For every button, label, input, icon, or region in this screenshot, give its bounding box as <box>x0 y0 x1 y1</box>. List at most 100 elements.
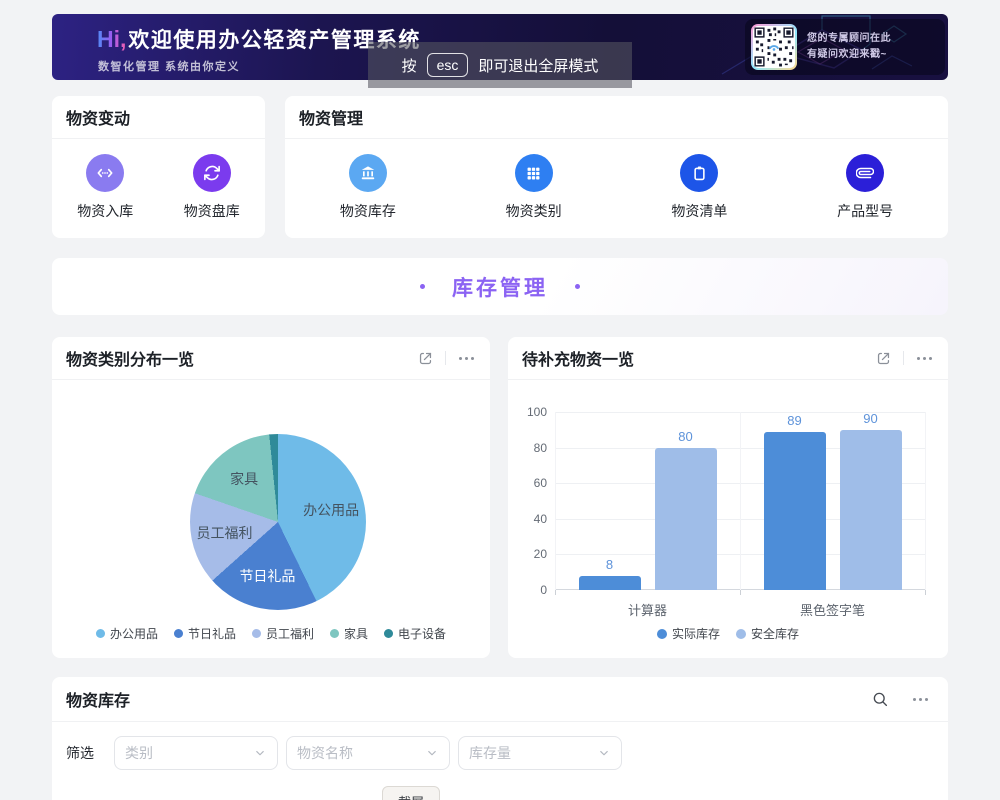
chevron-down-icon <box>253 746 267 760</box>
pie-card-header: 物资类别分布一览 <box>52 337 490 380</box>
legend-dot <box>736 629 746 639</box>
material-change-header: 物资变动 <box>52 96 265 139</box>
legend-item-节日礼品[interactable]: 节日礼品 <box>174 625 236 642</box>
esc-key: esc <box>427 53 469 77</box>
y-axis-tick-label: 100 <box>515 405 547 419</box>
legend-item-实际库存[interactable]: 实际库存 <box>657 625 720 642</box>
shortcut-label: 物资入库 <box>77 201 133 221</box>
bar-value-label: 90 <box>863 411 877 426</box>
clipboard-icon <box>680 154 718 192</box>
inventory-card: 物资库存 筛选 类别 物资名称 <box>52 677 948 800</box>
shortcut-material-stocktake[interactable]: 物资盘库 <box>159 139 266 221</box>
banner-greeting: Hi, <box>97 26 126 53</box>
y-axis-tick-label: 80 <box>515 441 547 455</box>
y-axis-tick-label: 60 <box>515 476 547 490</box>
material-management-title: 物资管理 <box>299 105 363 129</box>
shortcut-product-model[interactable]: 产品型号 <box>782 139 948 221</box>
category-split-line <box>555 412 556 590</box>
shortcut-label: 物资清单 <box>671 201 727 221</box>
category-select[interactable]: 类别 <box>114 736 278 770</box>
legend-dot <box>96 629 105 638</box>
category-label: 计算器 <box>628 600 667 619</box>
material-management-card: 物资管理 物资库存 物资类别 <box>285 96 948 238</box>
chevron-down-icon <box>597 746 611 760</box>
legend-label: 电子设备 <box>398 625 446 642</box>
legend-dot <box>657 629 667 639</box>
bar-chart-body: 实际库存安全库存 020406080100计算器880黑色签字笔8990 <box>508 380 948 658</box>
legend-item-家具[interactable]: 家具 <box>330 625 368 642</box>
header-separator <box>903 351 904 365</box>
y-axis-tick-label: 0 <box>515 583 547 597</box>
toast-suffix: 即可退出全屏模式 <box>478 55 598 76</box>
screenshot-button[interactable]: 截屏 <box>382 786 440 800</box>
consultant-qr-panel: 您的专属顾问在此 有疑问欢迎来戳~ <box>745 19 945 75</box>
bar-legend: 实际库存安全库存 <box>508 625 948 642</box>
inventory-header: 物资库存 <box>52 677 948 722</box>
grid-icon <box>515 154 553 192</box>
bar-实际库存-黑色签字笔[interactable] <box>764 432 826 590</box>
pie-slice-label: 节日礼品 <box>239 566 295 586</box>
shortcut-label: 物资盘库 <box>184 201 240 221</box>
pie-legend: 办公用品节日礼品 员工福利 家具 电子设备 <box>52 625 490 642</box>
qr-caption: 您的专属顾问在此 有疑问欢迎来戳~ <box>807 31 891 63</box>
more-dots-icon[interactable] <box>911 698 930 701</box>
shortcut-material-category[interactable]: 物资类别 <box>451 139 617 221</box>
filter-row: 筛选 类别 物资名称 库存量 <box>52 722 948 784</box>
shortcut-material-inbound[interactable]: 物资入库 <box>52 139 159 221</box>
section-banner-title: 库存管理 <box>452 272 548 302</box>
more-dots-icon[interactable] <box>457 357 476 360</box>
bar-value-label: 89 <box>787 413 801 428</box>
y-axis-tick-label: 40 <box>515 512 547 526</box>
filter-label: 筛选 <box>66 743 94 763</box>
header-separator <box>445 351 446 365</box>
legend-item-员工福利[interactable]: 员工福利 <box>252 625 314 642</box>
dashboard-page: Hi, 欢迎使用办公轻资产管理系统 数智化管理 系统由你定义 <box>0 0 1000 800</box>
legend-label: 员工福利 <box>266 625 314 642</box>
pie-chart[interactable]: 办公用品节日礼品员工福利家具 <box>190 434 366 610</box>
legend-item-办公用品[interactable]: 办公用品 <box>96 625 158 642</box>
sync-icon <box>193 154 231 192</box>
band-dot-right <box>575 284 580 289</box>
external-link-icon[interactable] <box>875 350 892 367</box>
legend-item-安全库存[interactable]: 安全库存 <box>736 625 799 642</box>
fullscreen-exit-toast: 按 esc 即可退出全屏模式 <box>368 42 632 88</box>
material-change-title: 物资变动 <box>66 105 130 129</box>
pie-chart-body: 办公用品节日礼品员工福利家具 办公用品节日礼品员工福利家具电子设备 <box>52 380 490 658</box>
material-name-select[interactable]: 物资名称 <box>286 736 450 770</box>
material-name-select-placeholder: 物资名称 <box>297 743 353 763</box>
qr-caption-line1: 您的专属顾问在此 <box>807 31 891 47</box>
bar-实际库存-计算器[interactable] <box>579 576 641 590</box>
shortcut-material-list[interactable]: 物资清单 <box>617 139 783 221</box>
qr-code[interactable] <box>751 24 797 70</box>
shortcut-label: 产品型号 <box>837 201 893 221</box>
qr-caption-line2: 有疑问欢迎来戳~ <box>807 47 891 63</box>
category-select-placeholder: 类别 <box>125 743 153 763</box>
bar-plot-area: 020406080100计算器880黑色签字笔8990 <box>555 412 925 590</box>
toast-prefix: 按 <box>402 55 417 76</box>
bar-安全库存-黑色签字笔[interactable] <box>840 430 902 590</box>
legend-item-电子设备[interactable]: 电子设备 <box>384 625 446 642</box>
bar-安全库存-计算器[interactable] <box>655 448 717 590</box>
bar-value-label: 80 <box>678 429 692 444</box>
legend-dot <box>330 629 339 638</box>
material-change-card: 物资变动 物资入库 物资盘库 <box>52 96 265 238</box>
pie-slice-label: 家具 <box>230 469 258 489</box>
legend-label: 实际库存 <box>672 625 720 642</box>
banner-subtitle: 数智化管理 系统由你定义 <box>98 58 240 74</box>
bar-value-label: 8 <box>606 557 613 572</box>
external-link-icon[interactable] <box>417 350 434 367</box>
shortcut-label: 物资库存 <box>340 201 396 221</box>
x-axis-tick <box>740 590 741 595</box>
material-change-grid: 物资入库 物资盘库 <box>52 139 265 221</box>
section-banner-inventory: 库存管理 <box>52 258 948 315</box>
legend-label: 家具 <box>344 625 368 642</box>
x-axis-tick <box>925 590 926 595</box>
category-split-line <box>740 412 741 590</box>
shortcut-material-inventory[interactable]: 物资库存 <box>285 139 451 221</box>
pie-slice-label: 员工福利 <box>197 523 253 543</box>
search-icon[interactable] <box>871 690 889 708</box>
legend-dot <box>252 629 261 638</box>
angle-dots-icon <box>86 154 124 192</box>
stock-amount-select[interactable]: 库存量 <box>458 736 622 770</box>
more-dots-icon[interactable] <box>915 357 934 360</box>
